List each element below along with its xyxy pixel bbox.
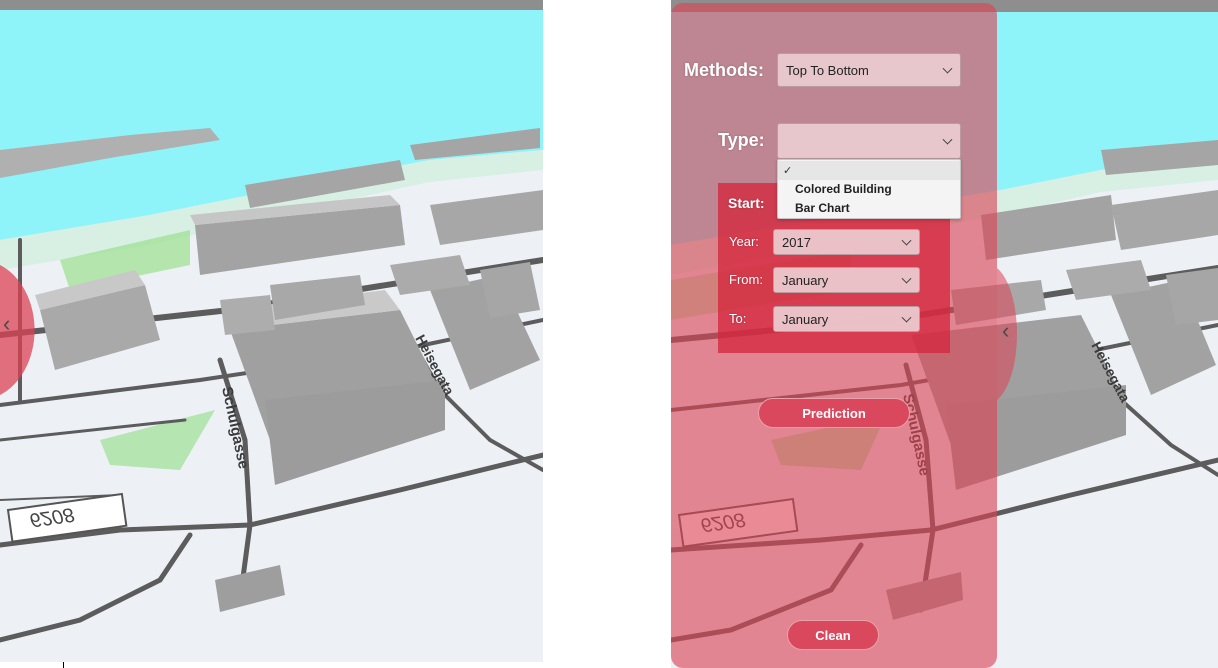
chevron-down-icon bbox=[942, 63, 953, 74]
year-label: Year: bbox=[729, 234, 759, 249]
start-label: Start: bbox=[728, 195, 765, 211]
prediction-button[interactable]: Prediction bbox=[758, 398, 910, 428]
clean-button[interactable]: Clean bbox=[787, 620, 879, 650]
to-value: January bbox=[782, 311, 829, 327]
map-viewport-left[interactable]: Schulgasse Heisegata 6208 ‹ bbox=[0, 0, 543, 662]
type-label: Type: bbox=[718, 130, 765, 150]
chevron-down-icon bbox=[901, 235, 912, 246]
to-label: To: bbox=[729, 311, 747, 326]
methods-label: Methods: bbox=[684, 60, 764, 80]
type-dropdown[interactable] bbox=[777, 123, 961, 159]
year-value: 2017 bbox=[782, 234, 811, 250]
type-dropdown-menu: ✓ Colored Building Bar Chart bbox=[777, 159, 961, 219]
from-dropdown[interactable]: January bbox=[773, 267, 920, 293]
to-dropdown[interactable]: January bbox=[773, 306, 920, 332]
type-option-colored-building[interactable]: Colored Building bbox=[778, 180, 960, 199]
year-dropdown[interactable]: 2017 bbox=[773, 229, 920, 255]
from-value: January bbox=[782, 272, 829, 288]
from-label: From: bbox=[729, 272, 763, 287]
chevron-down-icon bbox=[901, 273, 912, 284]
map-scene-left: Schulgasse Heisegata 6208 bbox=[0, 0, 543, 662]
divider bbox=[63, 662, 64, 668]
check-icon: ✓ bbox=[783, 165, 793, 177]
chevron-down-icon bbox=[942, 134, 953, 145]
methods-value: Top To Bottom bbox=[786, 62, 869, 78]
chevron-left-icon[interactable]: ‹ bbox=[3, 313, 10, 335]
type-option-bar-chart[interactable]: Bar Chart bbox=[778, 199, 960, 218]
type-option-empty[interactable]: ✓ bbox=[778, 161, 960, 180]
chevron-left-icon[interactable]: ‹ bbox=[1002, 320, 1009, 342]
methods-dropdown[interactable]: Top To Bottom bbox=[777, 53, 961, 87]
chevron-down-icon bbox=[901, 312, 912, 323]
